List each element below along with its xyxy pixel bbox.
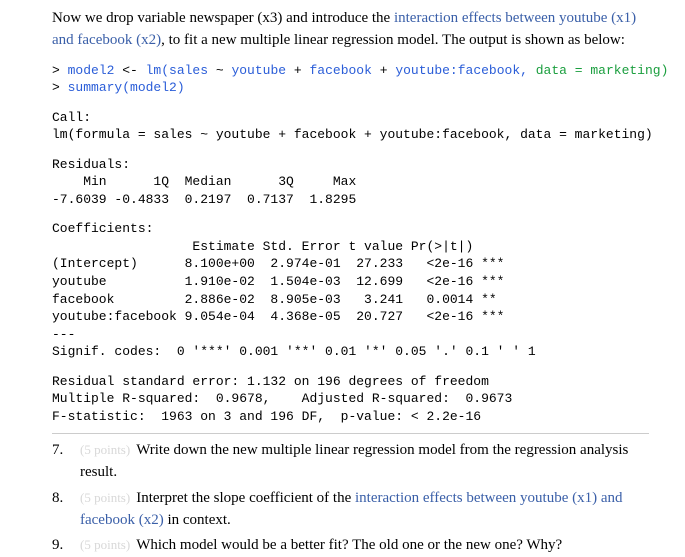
coefficients-block: Coefficients: Estimate Std. Error t valu… xyxy=(52,220,649,360)
resid-values: -7.6039 -0.4833 0.2197 0.7137 1.8295 xyxy=(52,192,356,207)
question-number: 7. xyxy=(52,440,80,484)
question-7: 7. (5 points)Write down the new multiple… xyxy=(52,440,649,484)
cmd-plus2: + xyxy=(380,63,396,78)
intro-text-2: , to fit a new multiple linear regressio… xyxy=(161,32,625,48)
cmd-youtube: youtube xyxy=(231,63,293,78)
coef-row: youtube:facebook 9.054e-04 4.368e-05 20.… xyxy=(52,309,504,324)
question-points: (5 points) xyxy=(80,490,130,505)
fstat-line: F-statistic: 1963 on 3 and 196 DF, p-val… xyxy=(52,409,481,424)
dashes: --- xyxy=(52,327,75,342)
cmd-data-arg: data = marketing) xyxy=(536,63,669,78)
cmd-plus1: + xyxy=(294,63,310,78)
prompt2: > xyxy=(52,80,68,95)
coef-label: Coefficients: xyxy=(52,221,153,236)
call-block: Call: lm(formula = sales ~ youtube + fac… xyxy=(52,109,649,144)
question-points: (5 points) xyxy=(80,537,130,552)
question-number: 8. xyxy=(52,488,80,532)
signif-codes: Signif. codes: 0 '***' 0.001 '**' 0.01 '… xyxy=(52,344,536,359)
rse-line: Residual standard error: 1.132 on 196 de… xyxy=(52,374,489,389)
question-8: 8. (5 points) Interpret the slope coeffic… xyxy=(52,488,649,532)
coef-row: facebook 2.886e-02 8.905e-03 3.241 0.001… xyxy=(52,292,497,307)
cmd-facebook: facebook xyxy=(309,63,379,78)
resid-header: Min 1Q Median 3Q Max xyxy=(52,174,356,189)
questions-block: 7. (5 points)Write down the new multiple… xyxy=(52,433,649,557)
model-stats-block: Residual standard error: 1.132 on 196 de… xyxy=(52,373,649,426)
cmd-tilde: ~ xyxy=(216,63,232,78)
call-text: lm(formula = sales ~ youtube + facebook … xyxy=(52,127,653,142)
residuals-block: Residuals: Min 1Q Median 3Q Max -7.6039 … xyxy=(52,156,649,209)
question-body-post: in context. xyxy=(164,512,231,528)
r2-line: Multiple R-squared: 0.9678, Adjusted R-s… xyxy=(52,391,512,406)
question-points: (5 points) xyxy=(80,442,130,457)
cmd-model2: model2 xyxy=(68,63,123,78)
question-body-pre: Interpret the slope coefficient of the xyxy=(136,490,355,506)
question-body: Which model would be a better fit? The o… xyxy=(136,537,562,553)
question-body: Write down the new multiple linear regre… xyxy=(80,442,628,480)
r-command-block: > model2 <- lm(sales ~ youtube + faceboo… xyxy=(52,62,649,97)
cmd-summary: summary(model2) xyxy=(68,80,185,95)
call-label: Call: xyxy=(52,110,91,125)
coef-row: (Intercept) 8.100e+00 2.974e-01 27.233 <… xyxy=(52,256,504,271)
intro-text-1: Now we drop variable newspaper (x3) and … xyxy=(52,10,394,26)
resid-label: Residuals: xyxy=(52,157,130,172)
question-text: (5 points)Write down the new multiple li… xyxy=(80,440,649,484)
cmd-interaction: youtube:facebook, xyxy=(395,63,535,78)
coef-header: Estimate Std. Error t value Pr(>|t|) xyxy=(52,239,473,254)
cmd-lm: lm(sales xyxy=(146,63,216,78)
coef-row: youtube 1.910e-02 1.504e-03 12.699 <2e-1… xyxy=(52,274,504,289)
question-text: (5 points) Interpret the slope coefficien… xyxy=(80,488,649,532)
prompt: > xyxy=(52,63,68,78)
cmd-assign: <- xyxy=(122,63,145,78)
intro-paragraph: Now we drop variable newspaper (x3) and … xyxy=(52,8,649,52)
